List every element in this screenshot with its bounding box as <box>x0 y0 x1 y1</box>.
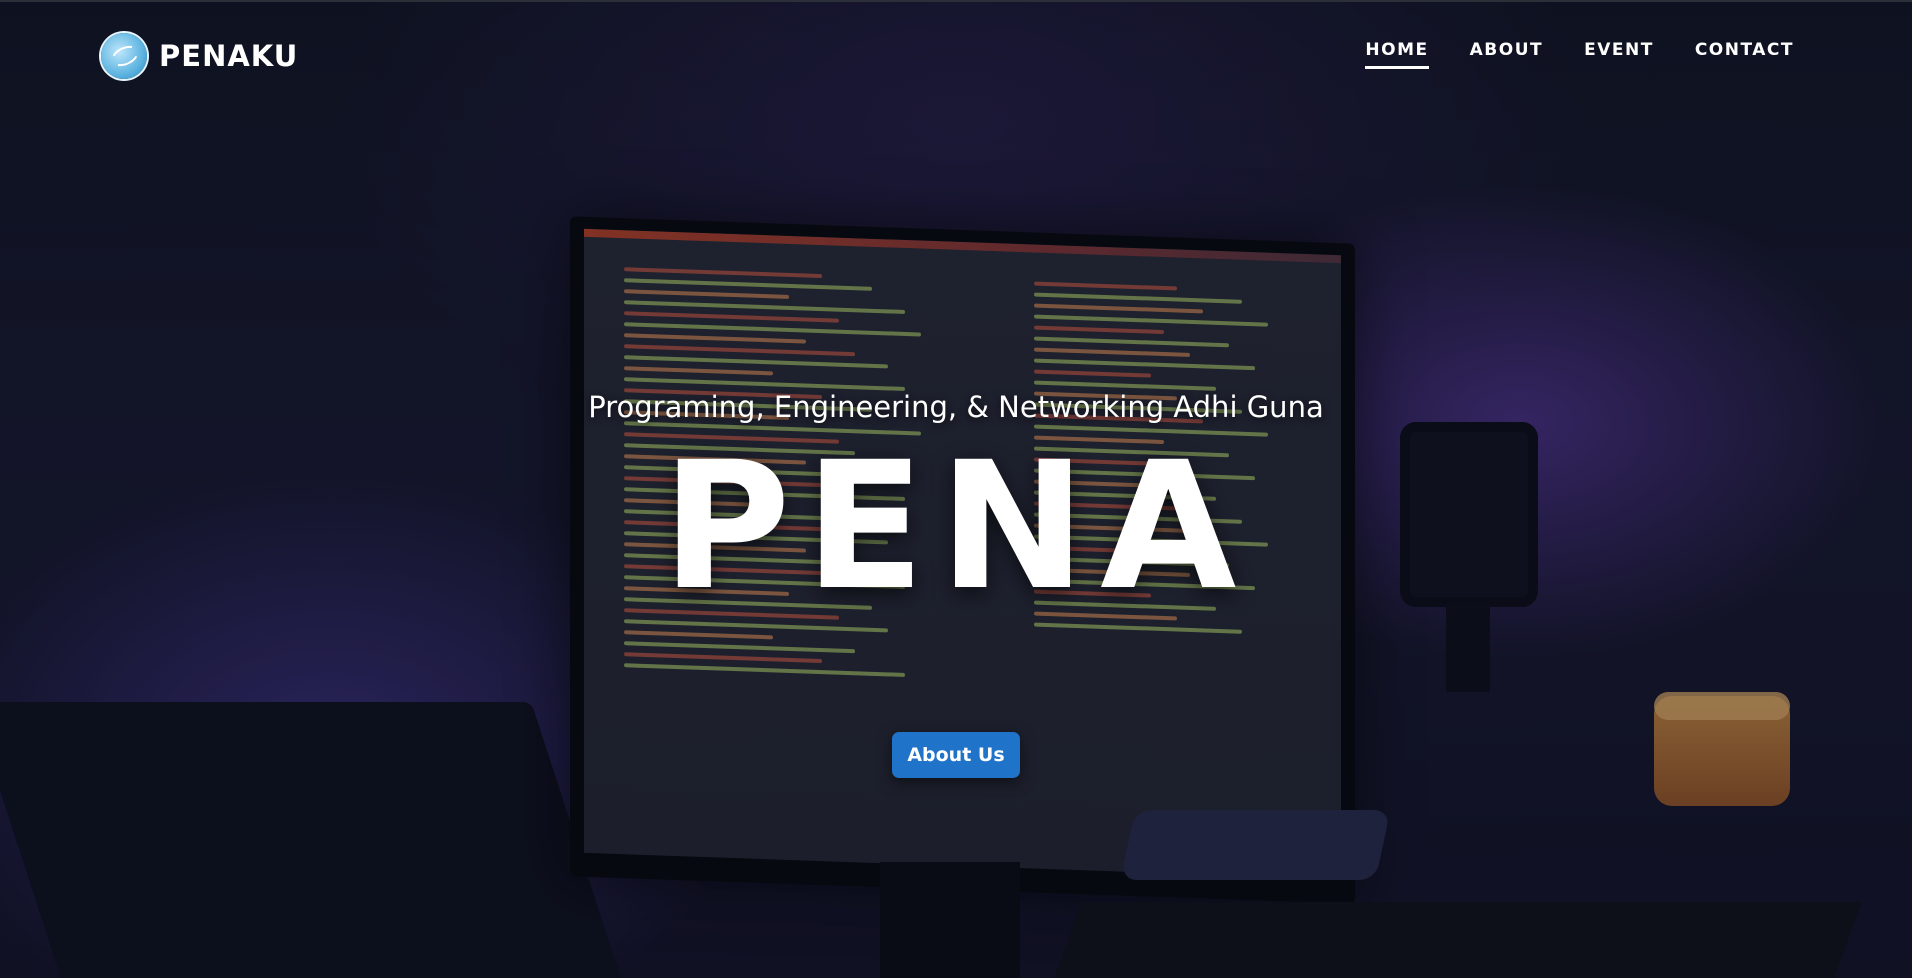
nav-links: HOME ABOUT EVENT CONTACT <box>1365 40 1794 69</box>
navbar: PENAKU HOME ABOUT EVENT CONTACT <box>0 2 1912 112</box>
nav-event-link[interactable]: EVENT <box>1584 40 1654 69</box>
page: PENAKU HOME ABOUT EVENT CONTACT Programi… <box>0 0 1912 978</box>
hero-title: PENA <box>661 424 1251 629</box>
brand[interactable]: PENAKU <box>101 33 298 79</box>
nav-home-link[interactable]: HOME <box>1365 40 1429 69</box>
logo-icon <box>101 33 147 79</box>
brand-name: PENAKU <box>159 39 299 73</box>
nav-contact-link[interactable]: CONTACT <box>1695 40 1794 69</box>
about-us-button[interactable]: About Us <box>892 732 1020 778</box>
nav-about-link[interactable]: ABOUT <box>1470 40 1543 69</box>
hero-subtitle: Programing, Engineering, & Networking Ad… <box>588 390 1324 424</box>
